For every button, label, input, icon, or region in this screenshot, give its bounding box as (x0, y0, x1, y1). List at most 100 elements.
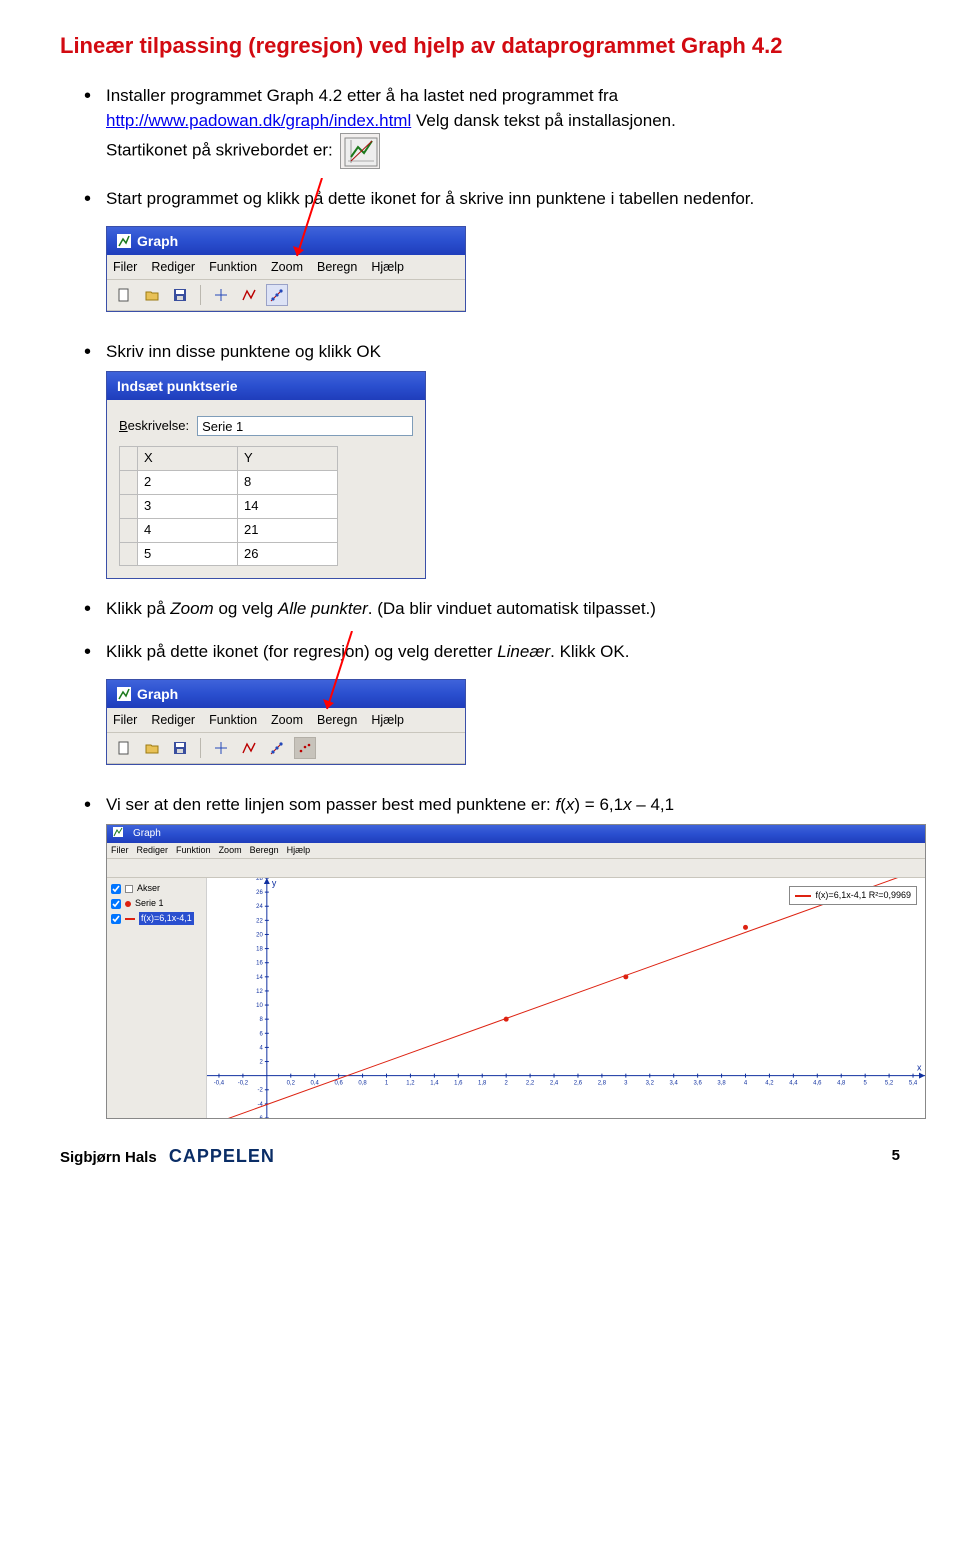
list-item[interactable]: Akser (111, 882, 202, 895)
menu-filer[interactable]: Filer (113, 258, 137, 276)
menu-filer[interactable]: Filer (113, 711, 137, 729)
toolbar-icon[interactable] (287, 861, 301, 875)
cell[interactable]: 2 (138, 471, 238, 495)
toolbar-icon[interactable] (159, 861, 173, 875)
window-title: Graph (137, 684, 178, 704)
toolbar-icon[interactable] (271, 861, 285, 875)
open-file-icon[interactable] (141, 284, 163, 306)
svg-text:3,2: 3,2 (646, 1081, 655, 1087)
label-selected: f(x)=6,1x-4,1 (139, 912, 194, 925)
text: Installer programmet Graph 4.2 etter å h… (106, 86, 618, 105)
save-icon[interactable] (169, 284, 191, 306)
text: og velg (214, 599, 278, 618)
text: . (Da blir vinduet automatisk tilpasset.… (368, 599, 656, 618)
text-em: x (623, 795, 632, 814)
svg-text:6: 6 (260, 1032, 264, 1038)
toolbar-icon[interactable] (303, 861, 317, 875)
checkbox[interactable] (111, 899, 121, 909)
svg-text:4,6: 4,6 (813, 1081, 822, 1087)
cell[interactable]: 26 (238, 542, 338, 566)
menubar: Filer Rediger Funktion Zoom Beregn Hjælp (107, 843, 925, 859)
menu-funktion[interactable]: Funktion (176, 844, 211, 857)
svg-text:2: 2 (260, 1060, 264, 1066)
app-icon (117, 234, 131, 248)
checkbox[interactable] (111, 914, 121, 924)
toolbar-icon[interactable] (207, 861, 221, 875)
menu-funktion[interactable]: Funktion (209, 711, 257, 729)
toolbar-icon[interactable] (255, 861, 269, 875)
cell[interactable]: 5 (138, 542, 238, 566)
toolbar-icon[interactable] (111, 861, 125, 875)
toolbar-icon[interactable] (127, 861, 141, 875)
menu-hjaelp[interactable]: Hjælp (371, 258, 404, 276)
insert-points-icon[interactable] (266, 284, 288, 306)
menu-zoom[interactable]: Zoom (271, 711, 303, 729)
new-file-icon[interactable] (113, 284, 135, 306)
titlebar: Graph (107, 680, 465, 708)
points-table[interactable]: X Y 28 314 421 526 (119, 446, 338, 566)
cell[interactable]: 21 (238, 518, 338, 542)
insert-function-icon[interactable] (238, 284, 260, 306)
beskrivelse-input[interactable] (197, 416, 413, 436)
svg-text:3,4: 3,4 (670, 1081, 679, 1087)
menu-zoom[interactable]: Zoom (219, 844, 242, 857)
svg-text:2,6: 2,6 (574, 1081, 583, 1087)
graph-result-window: Graph Filer Rediger Funktion Zoom Beregn… (106, 824, 926, 1120)
toolbar-icon[interactable] (223, 861, 237, 875)
toolbar-icon[interactable] (175, 861, 189, 875)
menu-filer[interactable]: Filer (111, 844, 129, 857)
list-item[interactable]: Serie 1 (111, 897, 202, 910)
menu-funktion[interactable]: Funktion (209, 258, 257, 276)
svg-text:x: x (917, 1063, 922, 1073)
svg-text:0,2: 0,2 (287, 1081, 296, 1087)
insert-function-icon[interactable] (238, 737, 260, 759)
bullet-install: Installer programmet Graph 4.2 etter å h… (84, 84, 900, 169)
svg-text:1,8: 1,8 (478, 1081, 487, 1087)
svg-text:28: 28 (256, 878, 263, 882)
axes-swatch-icon (125, 885, 133, 893)
menu-rediger[interactable]: Rediger (137, 844, 169, 857)
dialog-title: Indsæt punktserie (117, 376, 238, 396)
toolbar-icon[interactable] (143, 861, 157, 875)
cell[interactable]: 3 (138, 494, 238, 518)
menu-rediger[interactable]: Rediger (151, 258, 195, 276)
toolbar-icon[interactable] (319, 861, 333, 875)
svg-text:8: 8 (260, 1017, 264, 1023)
save-icon[interactable] (169, 737, 191, 759)
text: Skriv inn disse punktene og klikk OK (106, 342, 381, 361)
menu-hjaelp[interactable]: Hjælp (287, 844, 311, 857)
insert-points-dialog: Indsæt punktserie Beskrivelse: X Y 28 31… (106, 371, 426, 580)
axes-icon[interactable] (210, 737, 232, 759)
svg-text:3,8: 3,8 (717, 1081, 726, 1087)
graph-window-1: Graph Filer Rediger Funktion Zoom Beregn… (106, 226, 466, 312)
plot-area[interactable]: f(x)=6,1x-4,1 R²=0,9969 xy-0,4-0,20,20,4… (207, 878, 925, 1118)
new-file-icon[interactable] (113, 737, 135, 759)
dialog-titlebar: Indsæt punktserie (107, 372, 425, 400)
svg-text:3: 3 (624, 1081, 628, 1087)
menu-rediger[interactable]: Rediger (151, 711, 195, 729)
insert-points-icon[interactable] (266, 737, 288, 759)
text: – 4,1 (632, 795, 675, 814)
svg-text:1,2: 1,2 (406, 1081, 415, 1087)
open-file-icon[interactable] (141, 737, 163, 759)
menu-hjaelp[interactable]: Hjælp (371, 711, 404, 729)
menu-beregn[interactable]: Beregn (250, 844, 279, 857)
download-link[interactable]: http://www.padowan.dk/graph/index.html (106, 111, 411, 130)
graph-window-2: Graph Filer Rediger Funktion Zoom Beregn… (106, 679, 466, 765)
list-item[interactable]: f(x)=6,1x-4,1 (111, 912, 202, 925)
toolbar (107, 280, 465, 311)
menubar: Filer Rediger Funktion Zoom Beregn Hjælp (107, 708, 465, 733)
svg-text:4,8: 4,8 (837, 1081, 846, 1087)
cell[interactable]: 14 (238, 494, 338, 518)
text: Klikk på (106, 599, 170, 618)
regression-icon[interactable] (294, 737, 316, 759)
toolbar-icon[interactable] (239, 861, 253, 875)
cell[interactable]: 4 (138, 518, 238, 542)
svg-text:4: 4 (260, 1046, 264, 1052)
cell[interactable]: 8 (238, 471, 338, 495)
checkbox[interactable] (111, 884, 121, 894)
axes-icon[interactable] (210, 284, 232, 306)
page-title: Lineær tilpassing (regresjon) ved hjelp … (60, 30, 900, 62)
toolbar-icon[interactable] (191, 861, 205, 875)
desktop-shortcut-icon (340, 133, 380, 169)
